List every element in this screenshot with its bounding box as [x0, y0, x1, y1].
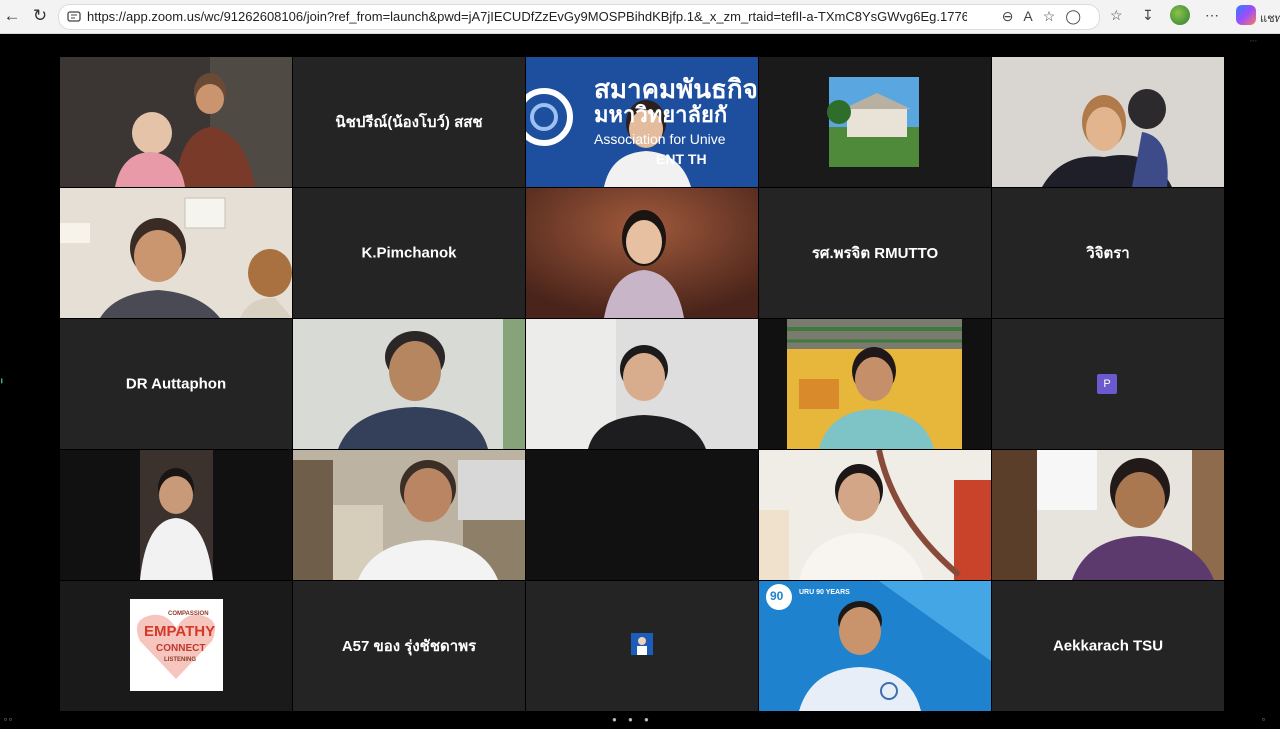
- participant-tile[interactable]: [293, 450, 525, 580]
- participant-video: [526, 319, 758, 449]
- read-aloud-icon[interactable]: A: [1023, 8, 1042, 24]
- right-control-icon[interactable]: ▫: [1262, 715, 1265, 724]
- meeting-toolbar: ▫ ▫ ● ● ● ▫: [0, 712, 1280, 729]
- participant-video: [759, 581, 991, 711]
- participant-tile[interactable]: A57 ของ รุ่งชัชดาพร: [293, 581, 525, 711]
- share-icon[interactable]: ●: [644, 715, 649, 724]
- participant-name: A57 ของ รุ่งชัชดาพร: [341, 638, 477, 655]
- participant-tile[interactable]: [759, 450, 991, 580]
- participant-name: Aekkarach TSU: [1052, 637, 1164, 655]
- participant-tile[interactable]: วิจิตรา: [992, 188, 1224, 318]
- refresh-icon[interactable]: ↻: [30, 6, 50, 26]
- participant-tile[interactable]: K.Pimchanok: [293, 188, 525, 318]
- favorites-bar-icon[interactable]: ☆: [1110, 7, 1123, 24]
- participant-tile[interactable]: EMPATHY CONNECT COMPASSION LISTENING: [60, 581, 292, 711]
- participant-tile[interactable]: [759, 57, 991, 187]
- participant-tile[interactable]: Aekkarach TSU: [992, 581, 1224, 711]
- address-bar[interactable]: https://app.zoom.us/wc/91262608106/join?…: [58, 4, 1100, 30]
- participant-name: นิชปรีณ์(น้องโบว์) สสช: [335, 114, 483, 131]
- compassion-word: COMPASSION: [168, 611, 209, 617]
- participant-tile[interactable]: [992, 450, 1224, 580]
- participant-name: วิจิตรา: [1086, 245, 1130, 262]
- participant-video: [759, 57, 991, 187]
- browser-toolbar: ← ↻ https://app.zoom.us/wc/91262608106/j…: [0, 0, 1280, 34]
- participant-tile[interactable]: [759, 319, 991, 449]
- participant-video: [526, 188, 758, 318]
- participant-tile[interactable]: [992, 57, 1224, 187]
- participant-tile[interactable]: [60, 188, 292, 318]
- left-control-icon[interactable]: ▫ ▫: [4, 715, 12, 724]
- participant-video: [293, 319, 525, 449]
- participant-tile[interactable]: [526, 450, 758, 580]
- url-text[interactable]: https://app.zoom.us/wc/91262608106/join?…: [87, 9, 967, 24]
- participant-tile[interactable]: [293, 319, 525, 449]
- banner-line2: มหาวิทยาลัยกั: [594, 102, 728, 127]
- favorite-icon[interactable]: ☆: [1043, 8, 1066, 24]
- side-indicator-icon: ▌: [1, 378, 4, 383]
- empathy-word: EMPATHY: [144, 623, 216, 640]
- participant-video: [293, 450, 525, 580]
- mic-icon[interactable]: ●: [612, 715, 617, 724]
- participant-avatar: P: [1097, 374, 1117, 394]
- participant-tile[interactable]: รศ.พรจิต RMUTTO: [759, 188, 991, 318]
- participant-tile[interactable]: [526, 319, 758, 449]
- banner-line4: ENT TH: [656, 151, 707, 167]
- zoom-out-icon[interactable]: ⊖: [1002, 8, 1024, 24]
- participant-video: [60, 188, 292, 318]
- banner-text: URU 90 YEARS: [799, 589, 850, 596]
- participant-tile[interactable]: สมาคมพันธกิจส มหาวิทยาลัยกั Association …: [526, 57, 758, 187]
- participant-tile[interactable]: นิชปรีณ์(น้องโบว์) สสช: [293, 57, 525, 187]
- participant-name: K.Pimchanok: [361, 244, 457, 262]
- view-control-icon[interactable]: ▫ ▫ ▫: [1250, 38, 1256, 43]
- participant-video: [60, 57, 292, 187]
- participant-tile[interactable]: [60, 57, 292, 187]
- more-icon[interactable]: ⋯: [1205, 7, 1219, 24]
- downloads-icon[interactable]: ↧: [1142, 7, 1154, 24]
- tab-text: แชท: [1260, 13, 1280, 25]
- listening-word: LISTENING: [164, 657, 197, 663]
- participant-tile[interactable]: 90 URU 90 YEARS: [759, 581, 991, 711]
- participant-tile[interactable]: P: [992, 319, 1224, 449]
- site-info-icon[interactable]: [67, 9, 81, 23]
- participant-avatar: [631, 633, 653, 655]
- participant-video: [759, 319, 991, 449]
- participant-video: [992, 57, 1224, 187]
- participant-tile[interactable]: DR Auttaphon: [60, 319, 292, 449]
- camera-icon[interactable]: ●: [628, 715, 633, 724]
- copilot-icon[interactable]: [1236, 5, 1256, 25]
- meeting-top-strip: [0, 34, 1280, 48]
- participant-video: [60, 450, 292, 580]
- gallery-grid: นิชปรีณ์(น้องโบว์) สสช สมาคมพันธกิจส มหา…: [60, 57, 1224, 711]
- logo-90: 90: [770, 589, 784, 603]
- voice-icon[interactable]: ◯: [1065, 8, 1091, 24]
- banner-line3: Association for Unive: [594, 131, 726, 147]
- participant-tile[interactable]: [526, 581, 758, 711]
- participant-tile[interactable]: [526, 188, 758, 318]
- participant-name: รศ.พรจิต RMUTTO: [811, 245, 939, 262]
- participant-tile[interactable]: [60, 450, 292, 580]
- participant-name: DR Auttaphon: [125, 375, 227, 393]
- profile-icon[interactable]: [1170, 5, 1190, 25]
- connect-word: CONNECT: [156, 643, 206, 654]
- back-icon[interactable]: ←: [2, 6, 22, 26]
- participant-video: [992, 450, 1224, 580]
- participant-video: [759, 450, 991, 580]
